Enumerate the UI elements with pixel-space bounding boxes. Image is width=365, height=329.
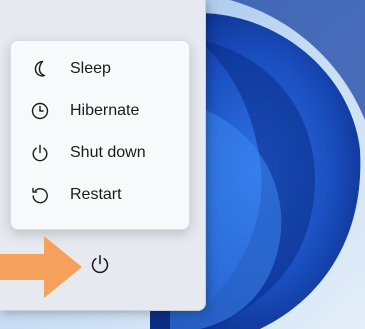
menu-item-label: Shut down [70,144,146,161]
menu-item-restart[interactable]: Restart [11,175,189,215]
power-button[interactable] [82,248,118,284]
moon-icon [29,58,51,80]
power-icon [29,142,51,164]
power-options-menu: Sleep Hibernate Shut down Restart [10,40,190,230]
restart-icon [29,184,51,206]
menu-item-label: Sleep [70,60,111,77]
start-menu-panel: Sleep Hibernate Shut down Restart [0,0,206,311]
menu-item-shut-down[interactable]: Shut down [11,133,189,173]
menu-item-label: Hibernate [70,102,140,119]
menu-item-hibernate[interactable]: Hibernate [11,91,189,131]
menu-item-sleep[interactable]: Sleep [11,49,189,89]
clock-icon [29,100,51,122]
pointer-arrow-annotation [0,236,82,298]
menu-item-label: Restart [70,186,122,203]
power-icon [89,253,111,280]
